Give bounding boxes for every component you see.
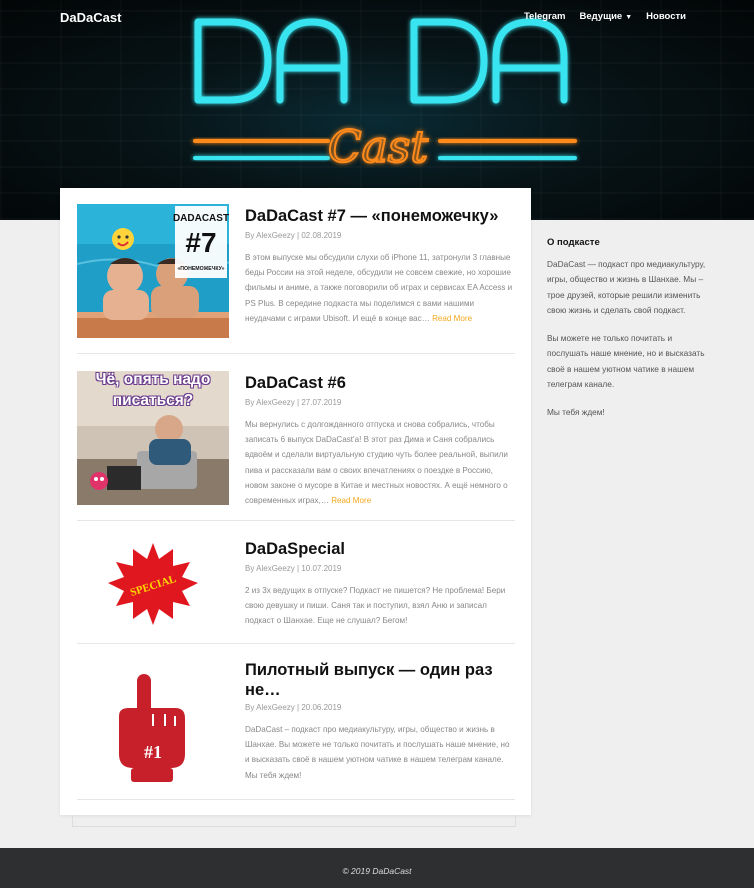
thumb-caption: Чё, опять надо писаться? (95, 371, 211, 409)
nav-hosts[interactable]: Ведущие ▼ (580, 11, 633, 22)
post-title[interactable]: DaDaSpecial (245, 539, 515, 559)
site-title[interactable]: DaDaCast (60, 10, 121, 25)
thumb-brand: DADACAST (173, 213, 229, 224)
hero-banner: Cast DaDaCast Telegram Ведущие ▼ Новости (0, 0, 754, 220)
post-date[interactable]: 27.07.2019 (301, 398, 341, 407)
post-author[interactable]: AlexGeezy (256, 231, 295, 240)
post-excerpt: Мы вернулись с долгожданного отпуска и с… (245, 417, 515, 508)
post-thumbnail[interactable]: Чё, опять надо писаться? (77, 371, 229, 505)
post-excerpt-text: 2 из 3х ведущих в отпуске? Подкаст не пи… (245, 586, 506, 626)
sidebar-paragraph: DaDaCast — подкаст про медиакультуру, иг… (547, 259, 706, 315)
sidebar-paragraph: Вы можете не только почитать и послушать… (547, 333, 705, 390)
post-date[interactable]: 10.07.2019 (301, 564, 341, 573)
post-date[interactable]: 02.08.2019 (301, 231, 341, 240)
post-excerpt-text: DaDaCast – подкаст про медиакультуру, иг… (245, 725, 510, 780)
post-thumbnail[interactable]: #1 (77, 670, 229, 790)
office-photo-thumbnail: Чё, опять надо писаться? (77, 371, 229, 505)
post-meta: By AlexGeezy | 27.07.2019 (245, 398, 342, 407)
post-title[interactable]: DaDaCast #7 — «понеможечку» (245, 206, 515, 226)
sidebar-paragraph: Мы тебя ждем! (547, 407, 605, 418)
post-item: Чё, опять надо писаться? DaDaCast #6 By … (77, 371, 515, 521)
cast-script-text: Cast (328, 122, 428, 173)
sidebar-title: О подкасте (547, 237, 600, 248)
thumb-subtitle: «ПОНЕМОЖЕЧКУ» (177, 266, 224, 272)
read-more-link[interactable]: Read More (331, 496, 371, 505)
top-navigation: Telegram Ведущие ▼ Новости (524, 11, 686, 22)
sidebar-about-widget: О подкасте DaDaCast — подкаст про медиак… (547, 237, 712, 434)
post-title[interactable]: Пилотный выпуск — один раз не… (245, 660, 515, 700)
special-badge-thumbnail: SPECIAL (77, 537, 229, 637)
post-author[interactable]: AlexGeezy (256, 703, 295, 712)
neon-letters (194, 18, 568, 104)
post-excerpt-text: В этом выпуске мы обсудили слухи об iPho… (245, 253, 513, 323)
thumb-number: #7 (185, 227, 216, 258)
post-meta: By AlexGeezy | 02.08.2019 (245, 231, 342, 240)
post-excerpt-text: Мы вернулись с долгожданного отпуска и с… (245, 420, 508, 506)
content-divider (72, 815, 516, 827)
chevron-down-icon: ▼ (625, 14, 633, 21)
read-more-link[interactable]: Read More (432, 314, 472, 323)
number-one-label: #1 (144, 742, 162, 762)
post-excerpt: В этом выпуске мы обсудили слухи об iPho… (245, 250, 515, 326)
post-excerpt: 2 из 3х ведущих в отпуске? Подкаст не пи… (245, 583, 515, 629)
post-meta: By AlexGeezy | 20.06.2019 (245, 703, 342, 712)
pool-photo-thumbnail: DADACAST #7 «ПОНЕМОЖЕЧКУ» (77, 204, 229, 338)
foam-finger-thumbnail: #1 (77, 670, 229, 790)
post-author[interactable]: AlexGeezy (256, 564, 295, 573)
post-author[interactable]: AlexGeezy (256, 398, 295, 407)
copyright-text: © 2019 DaDaCast (342, 866, 412, 876)
dadacast-neon-logo: Cast (193, 18, 577, 174)
post-item: DADACAST #7 «ПОНЕМОЖЕЧКУ» DaDaCast #7 — … (77, 204, 515, 354)
nav-hosts-label: Ведущие (579, 11, 623, 22)
post-date[interactable]: 20.06.2019 (301, 703, 341, 712)
post-meta: By AlexGeezy | 10.07.2019 (245, 564, 342, 573)
post-excerpt: DaDaCast – подкаст про медиакультуру, иг… (245, 722, 515, 783)
site-footer: © 2019 DaDaCast (0, 848, 754, 888)
post-thumbnail[interactable]: DADACAST #7 «ПОНЕМОЖЕЧКУ» (77, 204, 229, 338)
post-item: #1 Пилотный выпуск — один раз не… By Ale… (77, 660, 515, 800)
post-thumbnail[interactable]: SPECIAL (77, 537, 229, 637)
nav-news[interactable]: Новости (646, 11, 686, 22)
nav-telegram[interactable]: Telegram (524, 11, 566, 22)
post-title[interactable]: DaDaCast #6 (245, 373, 515, 393)
post-item: SPECIAL DaDaSpecial By AlexGeezy | 10.07… (77, 537, 515, 644)
